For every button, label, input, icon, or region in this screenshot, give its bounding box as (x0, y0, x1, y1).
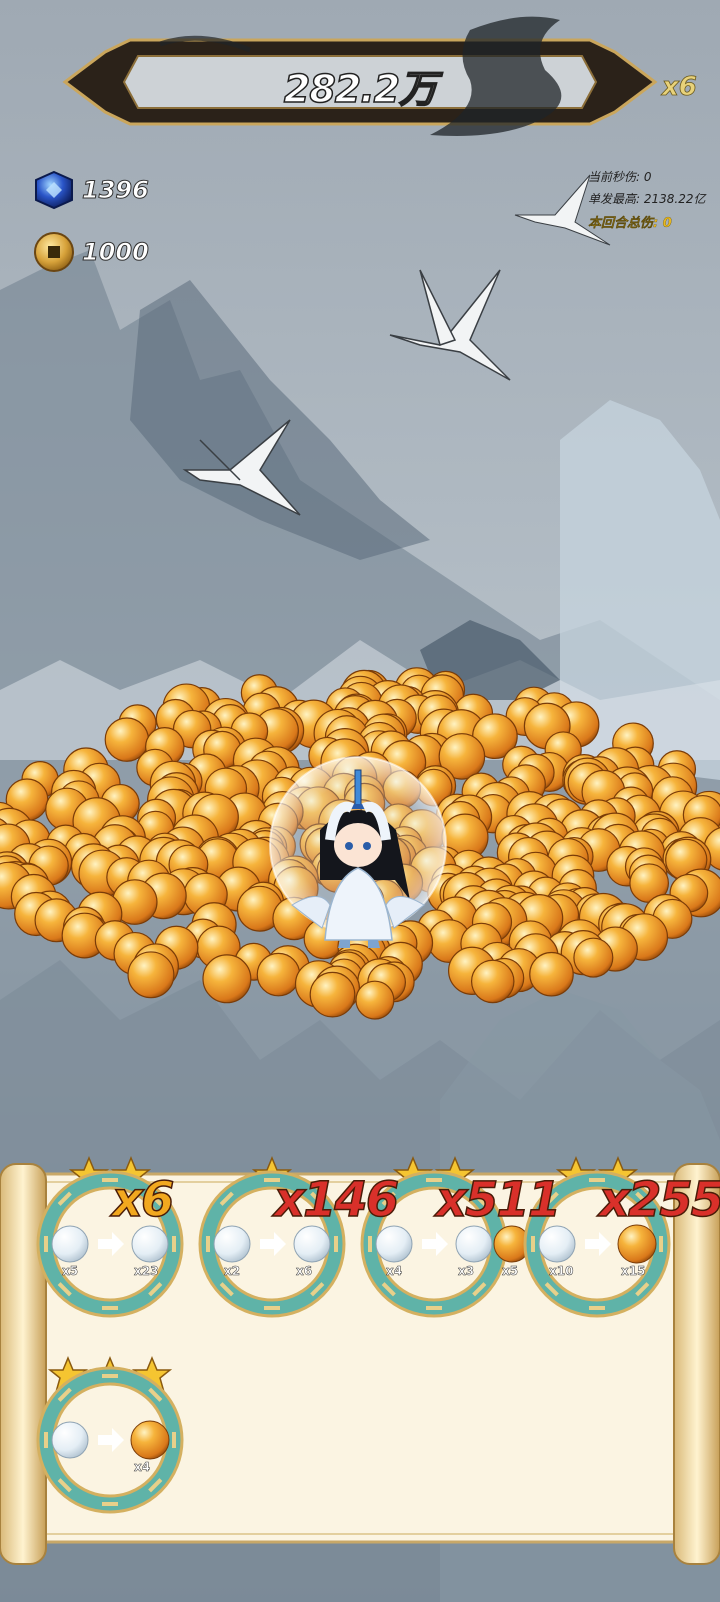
golden-orb (529, 951, 574, 997)
recipe-multiplier: x511 (435, 1171, 562, 1229)
output-count: x23 (134, 1264, 159, 1279)
golden-orb (202, 954, 252, 1004)
output-count: x6 (296, 1264, 313, 1279)
output-orb (130, 1420, 170, 1460)
recipe-slot-5[interactable] (36, 1356, 184, 1514)
input-count: x4 (386, 1264, 403, 1279)
stat-single-max: 单发最高: 2138.22亿 (588, 192, 706, 206)
input-count: x5 (62, 1264, 79, 1279)
output-count: x4 (134, 1460, 151, 1475)
recipe-multiplier: x255 (598, 1171, 720, 1229)
output-orb (617, 1224, 657, 1264)
output-pearl (131, 1225, 169, 1263)
coin-count: 1000 (82, 238, 150, 267)
golden-orb (256, 952, 301, 997)
input-count: x2 (224, 1264, 241, 1279)
output-pearl (455, 1225, 493, 1263)
input-pearl (375, 1225, 413, 1263)
recipe-multiplier: x6 (111, 1171, 175, 1229)
golden-orb (309, 971, 356, 1018)
score-text: 282.2万 (283, 66, 438, 112)
input-count: x10 (549, 1264, 574, 1279)
blue-gem-icon (35, 170, 73, 210)
extra-count: x5 (502, 1264, 519, 1279)
gem-count: 1396 (82, 176, 150, 205)
golden-orb (127, 951, 175, 999)
input-pearl (538, 1225, 576, 1263)
stat-round-total: 本回合总伤: 0 (588, 216, 672, 231)
golden-orb (355, 980, 395, 1020)
stat-current-dps: 当前秒伤: 0 (588, 170, 652, 184)
copper-coin-icon (34, 232, 74, 272)
recipe-multiplier: x146 (273, 1171, 400, 1229)
golden-orb (470, 959, 515, 1004)
output-pearl (293, 1225, 331, 1263)
golden-orb (573, 937, 614, 978)
output-count: x15 (621, 1264, 646, 1279)
input-pearl (213, 1225, 251, 1263)
input-pearl (51, 1225, 89, 1263)
score-multiplier: x6 (662, 72, 698, 103)
output-count: x3 (458, 1264, 475, 1279)
input-pearl (51, 1421, 89, 1459)
